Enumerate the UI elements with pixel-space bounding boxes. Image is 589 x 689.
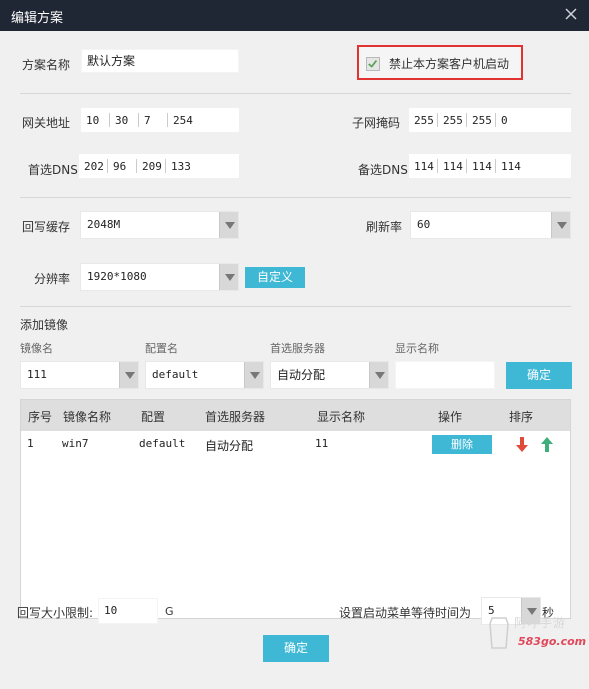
watermark-text: 583go.com <box>518 635 587 648</box>
size-limit-label: 回写大小限制: <box>17 606 94 620</box>
dns2-label: 备选DNS <box>358 163 408 177</box>
scheme-name-label: 方案名称 <box>22 58 71 72</box>
gateway-octet-3[interactable]: 7 <box>139 114 167 127</box>
column-header-action: 操作 <box>438 410 463 424</box>
dns2-input[interactable]: 114 114 114 114 <box>409 154 571 178</box>
subnet-mask-label: 子网掩码 <box>352 116 401 130</box>
delete-button[interactable]: 删除 <box>432 435 492 454</box>
config-name-label: 配置名 <box>145 342 178 355</box>
row-image: win7 <box>62 437 89 450</box>
image-name-value: 111 <box>27 368 47 381</box>
dns1-octet-2[interactable]: 96 <box>108 160 136 173</box>
gateway-octet-2[interactable]: 30 <box>110 114 138 127</box>
dns2-octet-3[interactable]: 114 <box>467 160 495 173</box>
image-name-label: 镜像名 <box>20 342 53 355</box>
refresh-rate-select[interactable]: 60 <box>410 211 571 239</box>
preferred-server-select[interactable]: 自动分配 <box>270 361 389 389</box>
dns1-octet-4[interactable]: 133 <box>166 160 194 173</box>
divider <box>20 197 571 198</box>
cache-value: 2048M <box>87 218 121 231</box>
divider <box>20 93 571 94</box>
chevron-down-icon[interactable] <box>219 212 238 238</box>
dns1-input[interactable]: 202 96 209 133 <box>79 154 239 178</box>
subnet-mask-input[interactable]: 255 255 255 0 <box>409 108 571 132</box>
preferred-server-value: 自动分配 <box>277 368 326 382</box>
scheme-name-input[interactable]: 默认方案 <box>81 49 239 73</box>
display-name-label: 显示名称 <box>395 342 439 355</box>
chevron-down-icon[interactable] <box>369 362 388 388</box>
mask-octet-4[interactable]: 0 <box>496 114 524 127</box>
column-header-display: 显示名称 <box>317 410 366 424</box>
mask-octet-2[interactable]: 255 <box>438 114 466 127</box>
refresh-rate-label: 刷新率 <box>366 220 403 234</box>
check-icon <box>368 60 378 68</box>
gateway-octet-1[interactable]: 10 <box>81 114 109 127</box>
dns1-octet-1[interactable]: 202 <box>79 160 107 173</box>
dns2-octet-2[interactable]: 114 <box>438 160 466 173</box>
refresh-rate-value: 60 <box>417 218 431 231</box>
column-header-server: 首选服务器 <box>205 410 266 424</box>
table-header: 序号 镜像名称 配置 首选服务器 显示名称 操作 排序 <box>21 400 570 431</box>
gateway-octet-4[interactable]: 254 <box>168 114 196 127</box>
title-bar: 编辑方案 <box>0 0 589 31</box>
cache-label: 回写缓存 <box>22 220 71 234</box>
add-mirror-confirm-button[interactable]: 确定 <box>506 362 572 389</box>
dialog-body: 方案名称 默认方案 禁止本方案客户机启动 网关地址 10 30 7 254 子网… <box>0 31 589 689</box>
size-unit: G <box>165 605 174 618</box>
cache-select[interactable]: 2048M <box>80 211 239 239</box>
column-header-image: 镜像名称 <box>63 410 112 424</box>
divider <box>20 306 571 307</box>
dns1-octet-3[interactable]: 209 <box>137 160 165 173</box>
row-config: default <box>139 437 186 450</box>
chevron-down-icon[interactable] <box>551 212 570 238</box>
window-title: 编辑方案 <box>11 11 64 26</box>
column-header-config: 配置 <box>141 410 166 424</box>
dns1-label: 首选DNS <box>28 163 78 177</box>
config-name-select[interactable]: default <box>145 361 264 389</box>
watermark-emblem-icon <box>489 617 509 649</box>
gateway-input[interactable]: 10 30 7 254 <box>81 108 239 132</box>
close-icon[interactable] <box>563 6 579 22</box>
display-name-input[interactable] <box>395 361 495 389</box>
column-header-index: 序号 <box>28 410 53 424</box>
arrow-up-icon[interactable] <box>541 437 553 452</box>
chevron-down-icon[interactable] <box>119 362 138 388</box>
arrow-down-icon[interactable] <box>516 437 528 452</box>
boot-wait-label: 设置启动菜单等待时间为 <box>339 606 472 620</box>
watermark-logo: 阿呼手游 583go.com <box>488 612 587 656</box>
chevron-down-icon[interactable] <box>219 264 238 290</box>
preferred-server-label: 首选服务器 <box>270 342 325 355</box>
disable-scheme-label[interactable]: 禁止本方案客户机启动 <box>389 55 509 72</box>
column-header-sort: 排序 <box>509 410 534 424</box>
watermark-brand: 阿呼手游 <box>514 616 567 630</box>
ok-button[interactable]: 确定 <box>263 635 329 662</box>
image-name-select[interactable]: 111 <box>20 361 139 389</box>
resolution-label: 分辨率 <box>34 272 71 286</box>
mirror-table: 序号 镜像名称 配置 首选服务器 显示名称 操作 排序 1 win7 defau… <box>20 399 571 619</box>
resolution-value: 1920*1080 <box>87 270 147 283</box>
size-limit-input[interactable]: 10 <box>98 598 158 624</box>
custom-resolution-button[interactable]: 自定义 <box>245 267 305 288</box>
config-name-value: default <box>152 368 199 381</box>
gateway-label: 网关地址 <box>22 116 71 130</box>
mask-octet-3[interactable]: 255 <box>467 114 495 127</box>
row-server: 自动分配 <box>205 439 254 453</box>
chevron-down-icon[interactable] <box>244 362 263 388</box>
row-display: 11 <box>315 437 329 450</box>
mask-octet-1[interactable]: 255 <box>409 114 437 127</box>
row-index: 1 <box>27 437 34 450</box>
dns2-octet-1[interactable]: 114 <box>409 160 437 173</box>
add-mirror-title: 添加镜像 <box>20 318 69 332</box>
dns2-octet-4[interactable]: 114 <box>496 160 524 173</box>
resolution-select[interactable]: 1920*1080 <box>80 263 239 291</box>
disable-scheme-checkbox[interactable] <box>366 57 380 71</box>
